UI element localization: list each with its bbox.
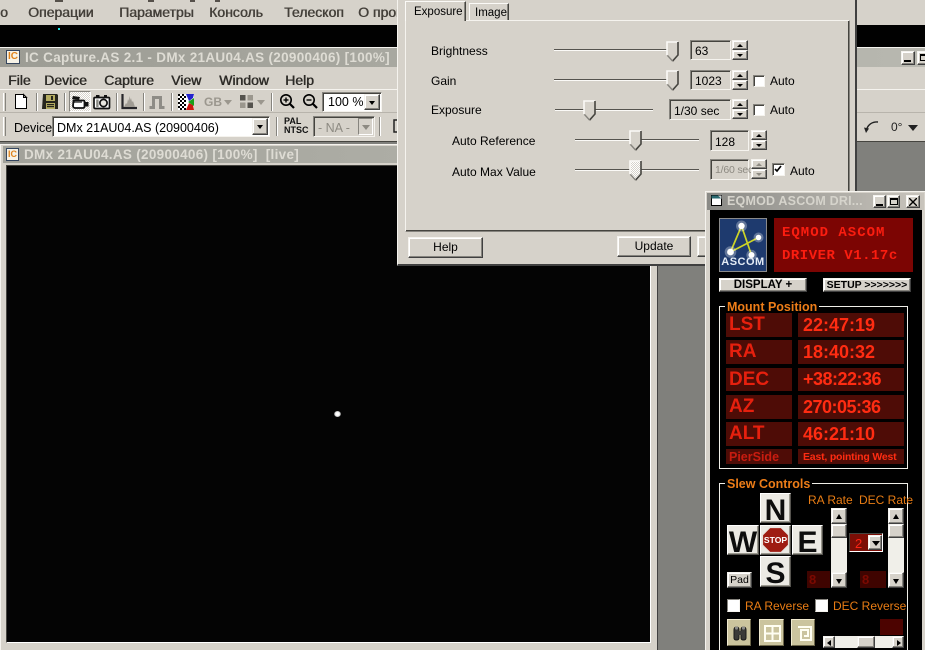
svg-text:STOP: STOP bbox=[764, 535, 788, 545]
